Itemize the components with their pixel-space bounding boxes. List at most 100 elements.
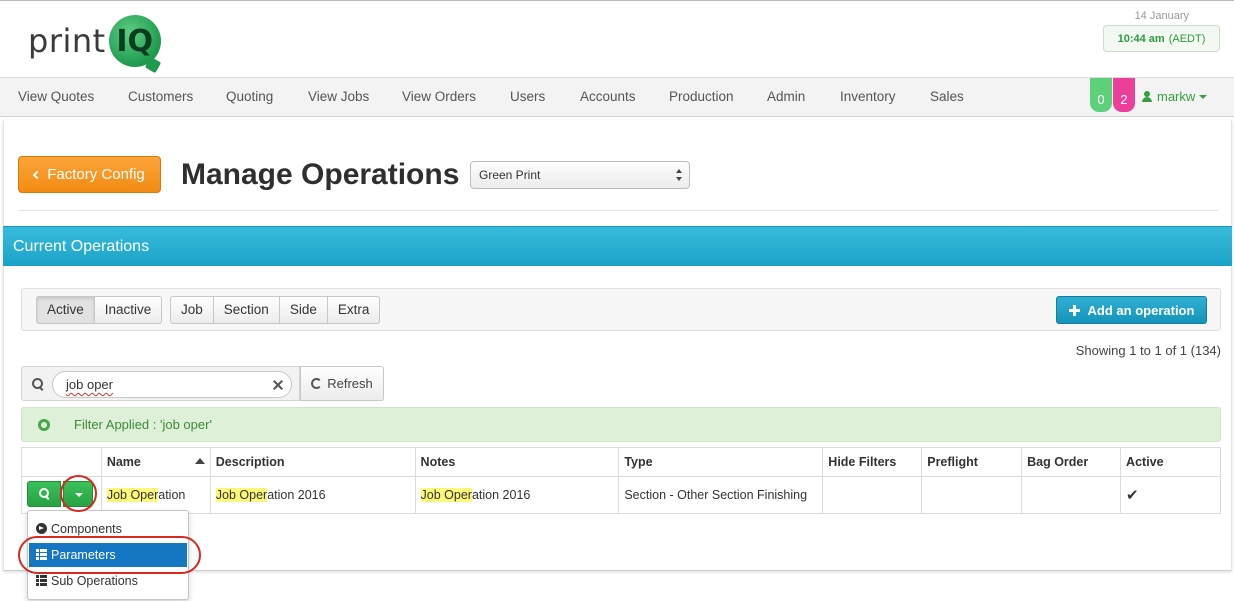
notification-badge-pink[interactable]: 2	[1113, 78, 1135, 112]
nav-production[interactable]: Production	[669, 78, 734, 116]
search-icon	[39, 488, 49, 498]
main-nav: View Quotes Customers Quoting View Jobs …	[0, 77, 1234, 117]
menu-item-parameters[interactable]: Parameters	[29, 543, 187, 567]
list-icon	[36, 575, 47, 586]
nav-customers[interactable]: Customers	[128, 78, 193, 116]
nav-view-jobs[interactable]: View Jobs	[308, 78, 369, 116]
view-operation-button[interactable]	[27, 481, 61, 507]
search-input-value: job oper	[66, 377, 113, 392]
logo-badge: IQ	[116, 23, 154, 59]
col-type[interactable]: Type	[618, 447, 824, 477]
col-hide-filters[interactable]: Hide Filters	[822, 447, 923, 477]
row-description: Job Operation 2016	[209, 476, 416, 514]
nav-admin[interactable]: Admin	[767, 78, 805, 116]
add-operation-label: Add an operation	[1087, 302, 1195, 318]
notification-badge-green[interactable]: 0	[1090, 78, 1112, 112]
arrow-circle-right-icon	[36, 523, 47, 534]
nav-users[interactable]: Users	[510, 78, 545, 116]
col-description[interactable]: Description	[209, 447, 416, 477]
description-rest: ation 2016	[267, 488, 326, 502]
logo-text: print	[28, 22, 106, 60]
row-name: Job Operation	[100, 476, 211, 514]
sort-asc-icon	[194, 458, 205, 464]
row-bag-order	[1021, 476, 1122, 514]
table-row[interactable]: Job Operation Job Operation 2016 Job Ope…	[21, 476, 1221, 514]
col-name[interactable]: Name	[100, 447, 211, 477]
menu-item-label: Components	[51, 522, 122, 536]
refresh-button[interactable]: Refresh	[300, 366, 384, 401]
name-highlight: Job Oper	[106, 488, 159, 502]
nav-view-orders[interactable]: View Orders	[402, 78, 476, 116]
select-arrows-icon	[676, 169, 682, 181]
col-active[interactable]: Active	[1120, 447, 1221, 477]
row-preflight	[921, 476, 1023, 514]
filter-applied-text: Filter Applied : 'job oper'	[74, 417, 212, 432]
refresh-label: Refresh	[327, 376, 373, 391]
search-icon	[32, 378, 44, 390]
nav-sales[interactable]: Sales	[930, 78, 964, 116]
factory-select-value: Green Print	[479, 168, 541, 182]
table-header-row: Name Description Notes Type Hide Filters…	[21, 447, 1221, 477]
row-type: Section - Other Section Finishing	[618, 476, 824, 514]
user-name: markw	[1157, 89, 1196, 104]
col-bag-order[interactable]: Bag Order	[1021, 447, 1122, 477]
description-highlight: Job Oper	[215, 488, 268, 502]
clock-box: 10:44 am (AEDT)	[1103, 25, 1220, 52]
remove-filter-icon[interactable]	[38, 419, 50, 431]
row-actions-dropdown-toggle[interactable]	[63, 481, 93, 507]
logo-bubble-icon: IQ	[108, 15, 161, 67]
nav-accounts[interactable]: Accounts	[580, 78, 636, 116]
results-count: Showing 1 to 1 of 1 (134)	[1075, 343, 1221, 358]
nav-view-quotes[interactable]: View Quotes	[18, 78, 94, 116]
menu-item-sub-operations[interactable]: Sub Operations	[29, 569, 187, 593]
row-actions-menu: Components Parameters Sub Operations	[27, 510, 189, 600]
menu-item-components[interactable]: Components	[29, 517, 187, 541]
row-hide-filters	[822, 476, 923, 514]
nav-quoting[interactable]: Quoting	[226, 78, 273, 116]
filter-extra-button[interactable]: Extra	[327, 296, 381, 324]
type-filter-group: Job Section Side Extra	[170, 296, 381, 324]
col-preflight[interactable]: Preflight	[921, 447, 1023, 477]
notes-rest: ation 2016	[471, 488, 531, 502]
divider	[18, 210, 1218, 211]
operations-table: Name Description Notes Type Hide Filters…	[21, 447, 1221, 514]
factory-select[interactable]: Green Print	[470, 161, 690, 189]
menu-item-label: Sub Operations	[51, 574, 138, 588]
nav-inventory[interactable]: Inventory	[840, 78, 896, 116]
filter-applied-alert: Filter Applied : 'job oper'	[21, 407, 1221, 442]
col-name-label: Name	[106, 455, 141, 469]
col-notes[interactable]: Notes	[414, 447, 620, 477]
filter-inactive-button[interactable]: Inactive	[94, 296, 163, 324]
clock-time: 10:44 am	[1117, 32, 1165, 45]
search-group: job oper	[21, 366, 300, 401]
section-header: Current Operations	[3, 226, 1232, 266]
current-date: 14 January	[1134, 10, 1189, 22]
chevron-down-icon	[1199, 95, 1208, 99]
status-filter-group: Active Inactive	[36, 296, 163, 324]
user-icon	[1142, 91, 1152, 102]
notes-highlight: Job Oper	[420, 488, 472, 502]
active-check-icon: ✔	[1120, 476, 1221, 514]
user-menu[interactable]: markw	[1142, 78, 1208, 116]
page-title: Manage Operations	[181, 158, 460, 191]
printiq-logo[interactable]: print IQ	[28, 13, 161, 69]
add-operation-button[interactable]: Add an operation	[1056, 296, 1207, 324]
search-input[interactable]: job oper	[52, 371, 292, 398]
plus-icon	[1068, 304, 1080, 316]
factory-config-button[interactable]: Factory Config	[18, 156, 161, 193]
clear-icon[interactable]	[273, 380, 283, 390]
chevron-left-icon	[32, 170, 42, 179]
row-notes: Job Operation 2016	[414, 476, 620, 514]
filter-job-button[interactable]: Job	[170, 296, 214, 324]
top-header: print IQ 14 January 10:44 am (AEDT)	[0, 0, 1234, 78]
menu-item-label: Parameters	[51, 548, 116, 562]
list-icon	[36, 549, 47, 560]
name-rest: ation	[158, 488, 186, 502]
col-actions	[21, 447, 102, 477]
refresh-icon	[311, 378, 323, 389]
factory-config-label: Factory Config	[47, 166, 145, 183]
filter-active-button[interactable]: Active	[36, 296, 95, 324]
filter-section-button[interactable]: Section	[213, 296, 280, 324]
filter-side-button[interactable]: Side	[279, 296, 328, 324]
clock-timezone: (AEDT)	[1168, 32, 1206, 45]
